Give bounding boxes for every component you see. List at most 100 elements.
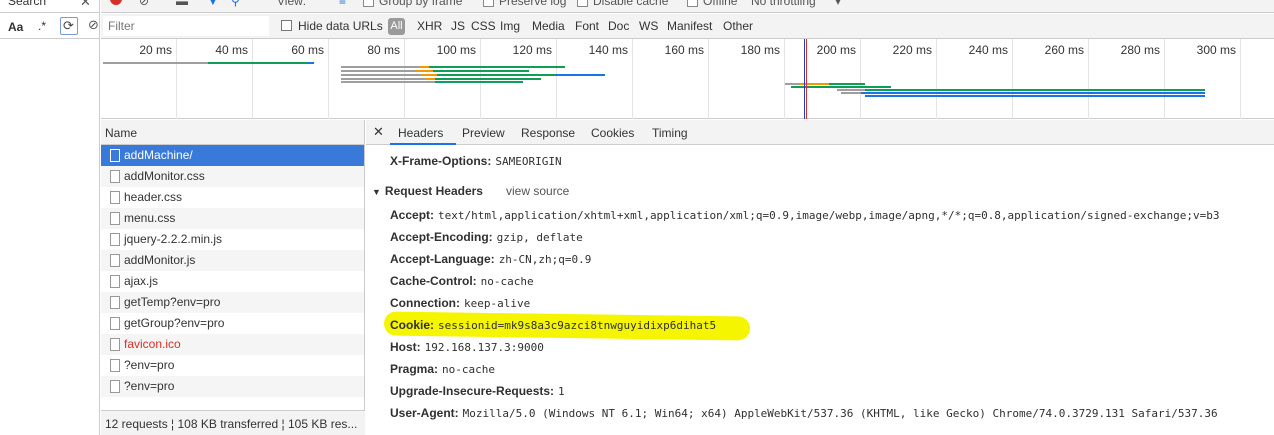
- waterfall-bar: [865, 89, 1205, 91]
- record-icon[interactable]: [110, 0, 122, 5]
- header-key: Accept-Language:: [390, 252, 495, 266]
- network-toolbar: ⊘ ▬ ▼ ⚲ View: ≡ Group by frame Preserve …: [101, 0, 1274, 13]
- waterfall-bar: [341, 81, 435, 83]
- waterfall-bar: [435, 81, 523, 83]
- clear-search-icon[interactable]: ⊘: [88, 17, 99, 33]
- filter-img[interactable]: Img: [500, 19, 520, 33]
- file-icon: [110, 380, 120, 393]
- filter-js[interactable]: JS: [451, 19, 465, 33]
- offline-toggle[interactable]: Offline: [687, 0, 737, 8]
- request-row[interactable]: addMonitor.js: [101, 250, 364, 271]
- filter-doc[interactable]: Doc: [608, 19, 629, 33]
- filter-xhr[interactable]: XHR: [417, 19, 442, 33]
- header-row-cookie: Cookie: sessionid=mk9s8a3c9azci8tnwguyidi…: [390, 318, 716, 332]
- filter-css[interactable]: CSS: [471, 19, 496, 33]
- search-icon[interactable]: ⚲: [231, 0, 240, 8]
- waterfall-bar: [435, 78, 541, 80]
- match-case-button[interactable]: Aa: [8, 20, 23, 34]
- header-row: Connection: keep-alive: [390, 296, 530, 310]
- request-row[interactable]: header.css: [101, 187, 364, 208]
- waterfall-bar: [341, 78, 425, 80]
- timeline-tick: 140 ms: [557, 39, 633, 119]
- request-row[interactable]: jquery-2.2.2.min.js: [101, 229, 364, 250]
- request-name: getTemp?env=pro: [124, 295, 221, 309]
- header-key: X-Frame-Options:: [390, 154, 492, 168]
- header-value: sessionid=mk9s8a3c9azci8tnwguyidixp6diha…: [438, 319, 717, 332]
- filter-icon[interactable]: ▼: [207, 0, 219, 8]
- search-tab-bar: Search ✕: [0, 0, 100, 13]
- group-by-frame-toggle[interactable]: Group by frame: [363, 0, 462, 8]
- header-key: Accept:: [390, 208, 435, 222]
- refresh-button[interactable]: ⟳: [60, 17, 78, 35]
- tab-cookies[interactable]: Cookies: [591, 126, 634, 140]
- name-column-header[interactable]: Name: [101, 120, 364, 145]
- filter-input[interactable]: [103, 16, 269, 36]
- throttling-select[interactable]: No throttling: [751, 0, 816, 8]
- file-icon: [110, 275, 120, 288]
- preserve-log-toggle[interactable]: Preserve log: [483, 0, 566, 8]
- waterfall-view-icon[interactable]: ≡: [339, 0, 346, 8]
- file-icon: [110, 254, 120, 267]
- filter-all-button[interactable]: All: [388, 18, 405, 35]
- request-headers-section[interactable]: ▼ Request Headers: [372, 184, 483, 198]
- request-row[interactable]: ?env=pro: [101, 376, 364, 397]
- disable-cache-toggle[interactable]: Disable cache: [577, 0, 668, 8]
- tab-headers[interactable]: Headers: [398, 126, 443, 140]
- request-row[interactable]: favicon.ico: [101, 334, 364, 355]
- request-row[interactable]: addMonitor.css: [101, 166, 364, 187]
- request-row[interactable]: ajax.js: [101, 271, 364, 292]
- request-name: getGroup?env=pro: [124, 316, 225, 330]
- header-value: 192.168.137.3:9000: [424, 341, 544, 354]
- request-list: Name addMachine/ addMonitor.css header.c…: [101, 120, 365, 435]
- view-source-link[interactable]: view source: [506, 184, 569, 198]
- close-icon[interactable]: ✕: [373, 124, 384, 140]
- header-value: 1: [558, 385, 565, 398]
- search-tab[interactable]: Search: [8, 0, 46, 8]
- tab-timing[interactable]: Timing: [652, 126, 688, 140]
- waterfall-bar: [425, 78, 435, 80]
- request-row[interactable]: getGroup?env=pro: [101, 313, 364, 334]
- triangle-down-icon: ▼: [372, 187, 381, 197]
- header-row: Upgrade-Insecure-Requests: 1: [390, 384, 565, 398]
- group-by-frame-label: Group by frame: [379, 0, 463, 8]
- filter-media[interactable]: Media: [532, 19, 565, 33]
- filter-other[interactable]: Other: [723, 19, 753, 33]
- timeline-overview[interactable]: 20 ms 40 ms 60 ms 80 ms 100 ms 120 ms 14…: [101, 39, 1274, 119]
- waterfall-bar: [421, 74, 437, 76]
- filter-ws[interactable]: WS: [639, 19, 658, 33]
- request-row[interactable]: menu.css: [101, 208, 364, 229]
- timeline-tick: 260 ms: [1013, 39, 1089, 119]
- header-key: Pragma:: [390, 362, 439, 376]
- header-value: zh-CN,zh;q=0.9: [498, 253, 592, 266]
- load-marker: [806, 39, 807, 119]
- header-row: Accept-Encoding: gzip, deflate: [390, 230, 583, 244]
- hide-data-urls-toggle[interactable]: Hide data URLs: [281, 19, 383, 33]
- tab-preview[interactable]: Preview: [462, 126, 505, 140]
- timeline-tick: 180 ms: [709, 39, 785, 119]
- header-row: Pragma: no-cache: [390, 362, 495, 376]
- request-row[interactable]: ?env=pro: [101, 355, 364, 376]
- chevron-down-icon[interactable]: ▾: [835, 0, 841, 8]
- timeline-tick: 160 ms: [633, 39, 709, 119]
- request-row[interactable]: getTemp?env=pro: [101, 292, 364, 313]
- waterfall-bar: [861, 92, 1205, 94]
- regex-button[interactable]: .*: [38, 19, 46, 33]
- filter-manifest[interactable]: Manifest: [667, 19, 712, 33]
- tab-response[interactable]: Response: [521, 126, 575, 140]
- request-row[interactable]: addMachine/: [101, 145, 364, 166]
- camera-icon[interactable]: ▬: [176, 0, 188, 8]
- request-name: menu.css: [124, 211, 176, 225]
- filter-font[interactable]: Font: [575, 19, 599, 33]
- section-title: Request Headers: [384, 184, 483, 198]
- checkbox-icon[interactable]: [281, 20, 292, 31]
- header-key: Connection:: [390, 296, 460, 310]
- header-value: Mozilla/5.0 (Windows NT 6.1; Win64; x64)…: [462, 407, 1218, 420]
- request-name: addMachine/: [124, 148, 193, 162]
- waterfall-bar: [841, 92, 861, 94]
- waterfall-bar: [429, 66, 565, 68]
- close-search-icon[interactable]: ✕: [80, 0, 91, 10]
- preserve-log-label: Preserve log: [499, 0, 567, 8]
- waterfall-bar: [415, 70, 433, 72]
- timeline-tick: 220 ms: [861, 39, 937, 119]
- clear-icon[interactable]: ⊘: [139, 0, 149, 8]
